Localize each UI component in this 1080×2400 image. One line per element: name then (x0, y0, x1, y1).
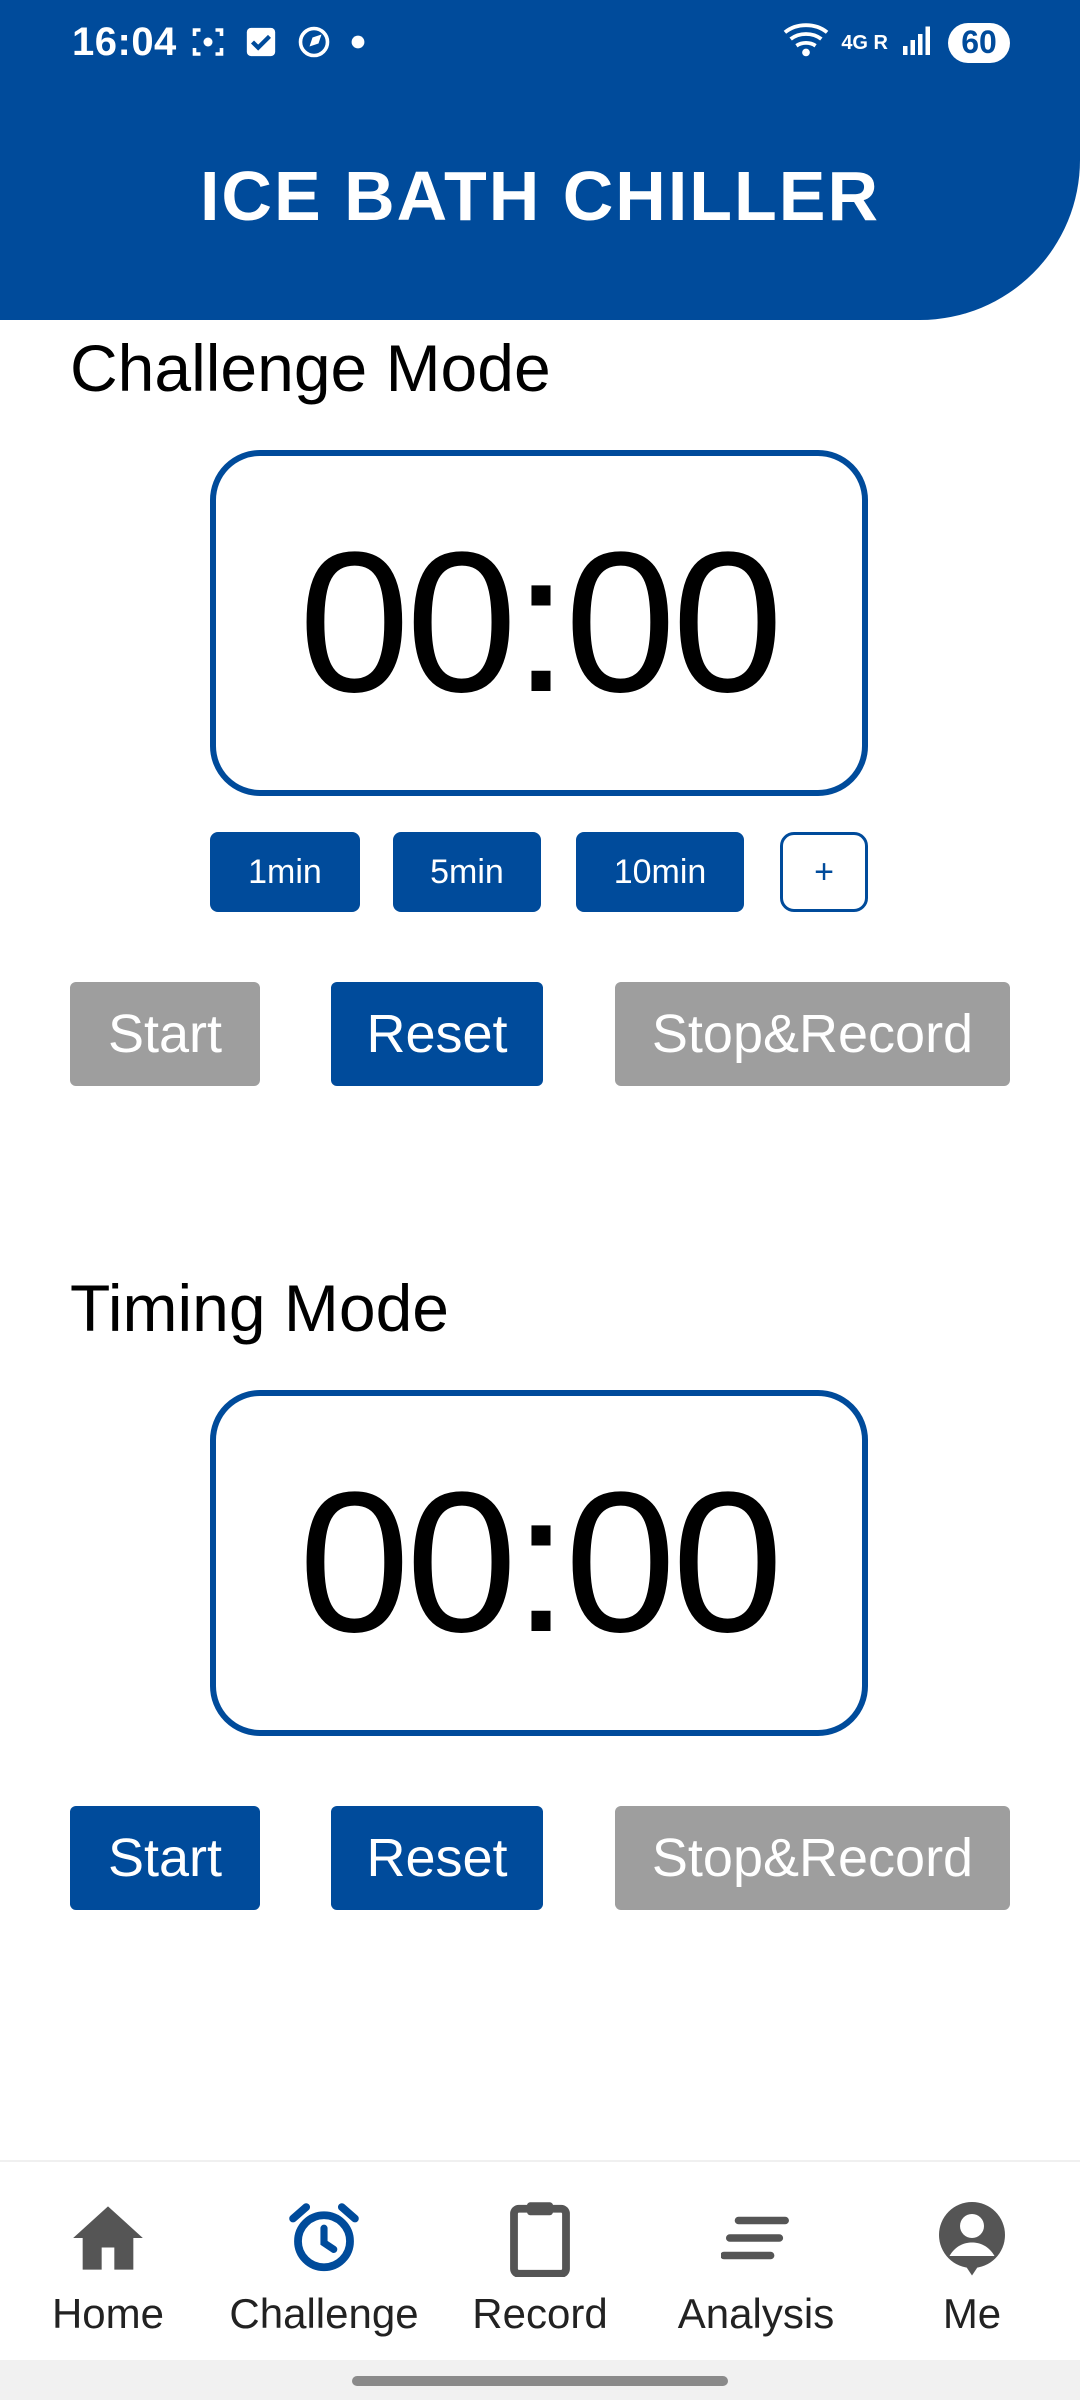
nav-item-analysis[interactable]: Analysis (648, 2162, 864, 2362)
challenge-mode-title: Challenge Mode (70, 331, 551, 405)
analysis-lines-icon (714, 2196, 798, 2280)
signal-icon (900, 22, 936, 63)
dot-icon (350, 34, 366, 55)
home-icon (66, 2196, 150, 2280)
nav-label-me: Me (942, 2290, 1002, 2337)
status-left-icons (190, 24, 366, 65)
gesture-bar (0, 2360, 1080, 2400)
app-title: ICE BATH CHILLER (199, 157, 881, 235)
user-icon (930, 2196, 1014, 2280)
preset-5min-button[interactable]: 5min (393, 832, 541, 912)
nav-item-challenge[interactable]: Challenge (216, 2162, 432, 2362)
nav-label-home: Home (51, 2290, 165, 2337)
compass-icon (296, 24, 332, 65)
status-bar: 16:04 4G R 60 (0, 0, 1080, 78)
nav-label-challenge: Challenge (229, 2290, 419, 2337)
nav-label-record: Record (472, 2290, 608, 2337)
timing-stop-record-button[interactable]: Stop&Record (615, 1806, 1010, 1910)
challenge-reset-button[interactable]: Reset (331, 982, 543, 1086)
timing-start-button[interactable]: Start (70, 1806, 260, 1910)
gesture-handle[interactable] (352, 2376, 728, 2386)
nav-item-me[interactable]: Me (864, 2162, 1080, 2362)
timing-timer-text: 00:00 (298, 1451, 783, 1674)
clipboard-icon (498, 2196, 582, 2280)
preset-10min-button[interactable]: 10min (576, 832, 744, 912)
screenshot-icon (190, 24, 226, 65)
challenge-timer-display: 00:00 (210, 450, 868, 796)
status-right: 4G R 60 (783, 20, 1010, 65)
challenge-stop-record-button[interactable]: Stop&Record (615, 982, 1010, 1086)
network-label: 4G R (841, 31, 888, 54)
nav-item-home[interactable]: Home (0, 2162, 216, 2362)
nav-label-analysis: Analysis (677, 2290, 835, 2337)
bottom-navigation: Home Challenge Record Analysis Me (0, 2160, 1080, 2362)
timing-timer-display: 00:00 (210, 1390, 868, 1736)
challenge-start-button[interactable]: Start (70, 982, 260, 1086)
alarm-clock-icon (282, 2196, 366, 2280)
preset-1min-button[interactable]: 1min (210, 832, 360, 912)
timing-mode-title: Timing Mode (70, 1271, 450, 1345)
checkbox-icon (244, 25, 278, 64)
timing-reset-button[interactable]: Reset (331, 1806, 543, 1910)
challenge-timer-text: 00:00 (298, 511, 783, 734)
add-preset-button[interactable]: + (780, 832, 868, 912)
status-time: 16:04 (72, 20, 177, 64)
battery-indicator: 60 (948, 22, 1010, 63)
wifi-icon (783, 20, 829, 65)
app-header: ICE BATH CHILLER (0, 76, 1080, 320)
nav-item-record[interactable]: Record (432, 2162, 648, 2362)
